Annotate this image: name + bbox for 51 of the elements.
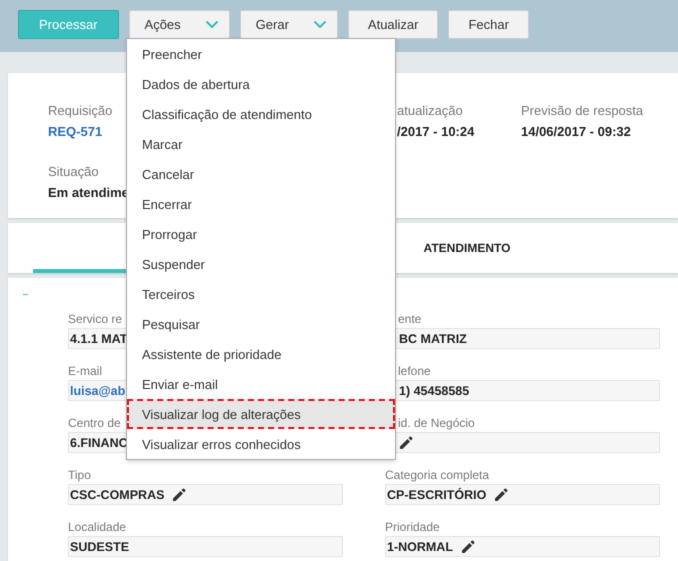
field-value: /2017 - 10:24: [397, 124, 474, 139]
field-label: Situação: [48, 164, 99, 179]
dropdown-button[interactable]: Ações: [128, 10, 230, 39]
menu-item[interactable]: Dados de abertura: [127, 69, 395, 99]
field-label: Localidade: [68, 520, 126, 534]
request-link[interactable]: REQ-571: [48, 124, 102, 139]
field-label: Tipo: [68, 468, 91, 482]
dropdown-button[interactable]: Gerar: [240, 10, 338, 39]
field-label: Categoria completa: [385, 468, 490, 482]
field-value: 14/06/2017 - 09:32: [521, 124, 631, 139]
field-label: E-mail: [68, 364, 102, 378]
field-value: CP-ESCRITÓRIO: [387, 488, 486, 502]
pencil-icon[interactable]: [399, 436, 413, 450]
chevron-down-icon: [204, 20, 219, 29]
toolbar-button[interactable]: Fechar: [448, 10, 529, 39]
menu-item[interactable]: Pesquisar: [127, 309, 395, 339]
field-value: SUDESTE: [70, 540, 130, 554]
field-label: atualização: [397, 103, 463, 118]
field-value: 1-NORMAL: [387, 540, 453, 554]
field-label: Requisição: [48, 103, 112, 118]
toolbar-button[interactable]: Atualizar: [348, 10, 438, 39]
pencil-icon[interactable]: [172, 488, 186, 502]
menu-item[interactable]: Suspender: [127, 249, 395, 279]
field-value: 1) 45458585: [399, 384, 470, 398]
menu-item[interactable]: Marcar: [127, 129, 395, 159]
field-value: 4.1.1 MAT: [70, 332, 128, 346]
field-label: id. de Negócio: [397, 416, 475, 430]
menu-item[interactable]: Visualizar erros conhecidos: [127, 429, 395, 459]
menu-item[interactable]: Encerrar: [127, 189, 395, 219]
menu-item[interactable]: Cancelar: [127, 159, 395, 189]
field-label: ente: [397, 312, 422, 326]
pencil-icon[interactable]: [460, 540, 475, 554]
menu-item[interactable]: Assistente de prioridade: [127, 339, 395, 369]
menu-item[interactable]: Terceiros: [127, 279, 395, 309]
menu-item[interactable]: Classificação de atendimento: [127, 99, 395, 129]
menu-item[interactable]: Visualizar log de alterações: [127, 399, 395, 429]
chevron-down-icon: [312, 20, 327, 29]
pencil-icon[interactable]: [494, 488, 508, 502]
field-label: Servico re: [68, 312, 122, 326]
menu-item[interactable]: Enviar e-mail: [127, 369, 395, 399]
field-value: 6.FINANC: [70, 436, 128, 450]
email-link[interactable]: luisa@ab: [70, 384, 126, 398]
field-value: CSC-COMPRAS: [70, 488, 164, 502]
field-value: BC MATRIZ: [399, 332, 467, 346]
field-label: Previsão de resposta: [521, 103, 644, 118]
field-label: Prioridade: [385, 520, 440, 534]
field-label: lefone: [397, 364, 431, 378]
menu-item[interactable]: Preencher: [127, 39, 395, 69]
field-label: Centro de: [68, 416, 121, 430]
field-value: Em atendime: [48, 185, 129, 200]
menu-item[interactable]: Prorrogar: [127, 219, 395, 249]
